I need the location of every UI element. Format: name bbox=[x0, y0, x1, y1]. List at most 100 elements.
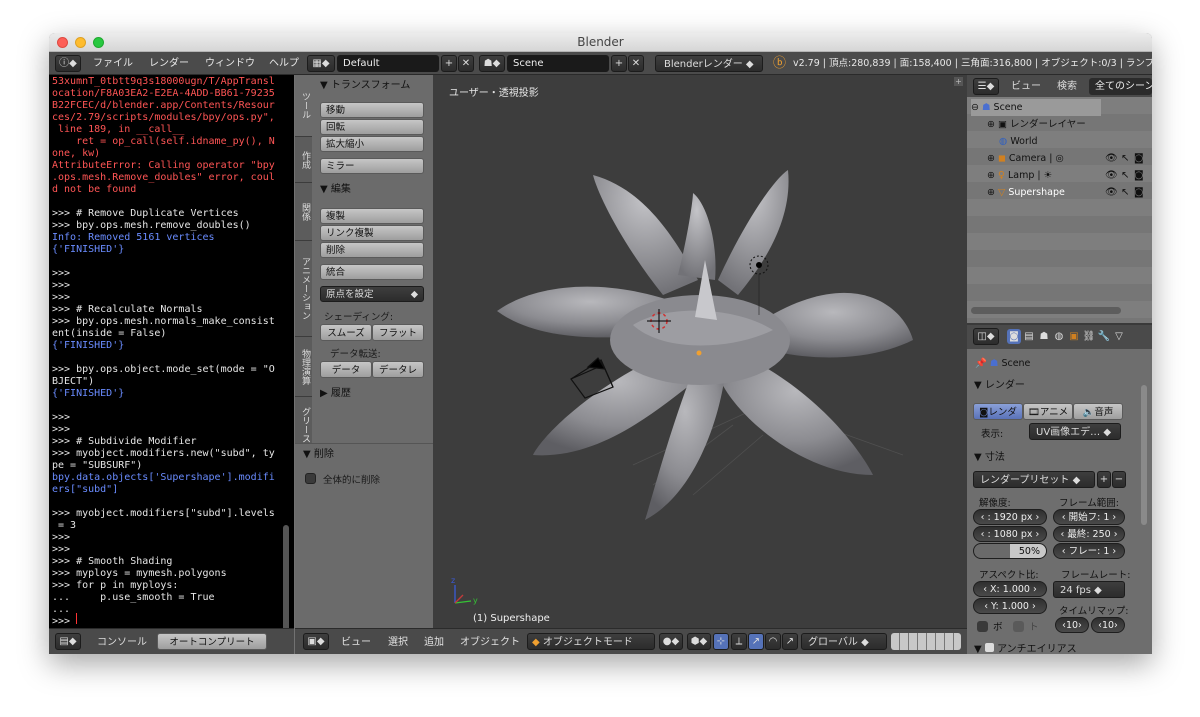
crop-checkbox[interactable] bbox=[1013, 621, 1024, 632]
outliner-menu-view[interactable]: ビュー bbox=[1011, 75, 1041, 98]
menu-help[interactable]: ヘルプ bbox=[269, 52, 299, 75]
add-scene-icon[interactable]: + bbox=[611, 55, 627, 72]
scene-icon[interactable]: ☗◆ bbox=[479, 55, 505, 72]
add-layout-icon[interactable]: + bbox=[441, 55, 457, 72]
delete-button[interactable]: 削除 bbox=[320, 242, 424, 258]
pivot-point-icon[interactable]: ⬢◆ bbox=[687, 633, 711, 650]
editor-type-outliner-icon[interactable]: ☰◆ bbox=[973, 78, 999, 95]
menu-window[interactable]: ウィンドウ bbox=[205, 52, 255, 75]
lamp-select-icon[interactable]: ↖ bbox=[1121, 167, 1129, 184]
editor-type-info-icon[interactable]: ⓘ◆ bbox=[55, 55, 81, 72]
delete-panel-header[interactable]: ▼ 削除 bbox=[295, 446, 416, 464]
properties-scrollbar[interactable] bbox=[1141, 385, 1147, 525]
shade-flat-button[interactable]: フラット bbox=[372, 324, 424, 341]
menu-view[interactable]: ビュー bbox=[341, 631, 371, 654]
camera-select-icon[interactable]: ↖ bbox=[1121, 150, 1129, 167]
resolution-y-field[interactable]: ‹ : 1080 px › bbox=[973, 526, 1047, 542]
editor-type-3d-icon[interactable]: ▣◆ bbox=[303, 633, 329, 650]
lamp-render-icon[interactable]: ◙ bbox=[1134, 167, 1144, 184]
mode-select[interactable]: ◆ オブジェクトモード bbox=[527, 633, 655, 650]
mirror-button[interactable]: ミラー bbox=[320, 158, 424, 174]
tab-create[interactable]: 作成 bbox=[295, 137, 312, 183]
render-panel-header[interactable]: ▼ レンダー bbox=[967, 377, 1137, 395]
frame-rate-select[interactable]: 24 fps ◆ bbox=[1053, 581, 1125, 598]
resolution-x-field[interactable]: ‹ : 1920 px › bbox=[973, 509, 1047, 525]
supershape-render-icon[interactable]: ◙ bbox=[1134, 184, 1144, 201]
render-preset-select[interactable]: レンダープリセット ◆ bbox=[973, 471, 1095, 488]
data-context-icon[interactable]: ▽ bbox=[1112, 329, 1126, 344]
menu-add[interactable]: 追加 bbox=[424, 631, 444, 654]
resolution-percentage-slider[interactable]: 50% bbox=[973, 543, 1047, 559]
render-context-icon[interactable]: ◙ bbox=[1007, 329, 1021, 344]
scene-field[interactable]: Scene bbox=[507, 55, 609, 72]
viewport-shading-icon[interactable]: ●◆ bbox=[659, 633, 683, 650]
console-scrollbar[interactable] bbox=[283, 525, 289, 628]
camera-visibility-icon[interactable]: 👁 bbox=[1105, 150, 1118, 167]
audio-button[interactable]: 🔈音声 bbox=[1073, 403, 1123, 420]
editor-type-properties-icon[interactable]: ◫◆ bbox=[973, 328, 999, 345]
supershape-visibility-icon[interactable]: 👁 bbox=[1105, 184, 1118, 201]
add-preset-icon[interactable]: + bbox=[1097, 471, 1111, 488]
outliner-item-world[interactable]: ◍ World bbox=[999, 133, 1152, 150]
outliner[interactable]: ☰◆ ビュー 検索 全てのシーン ⊖ ☗ Scene ⊕ ▣ レンダーレイヤー … bbox=[967, 75, 1152, 323]
link-duplicate-button[interactable]: リンク複製 bbox=[320, 225, 424, 241]
autocomplete-button[interactable]: オートコンプリート bbox=[157, 633, 267, 650]
orientation-select[interactable]: グローバル ◆ bbox=[801, 633, 887, 650]
camera-render-icon[interactable]: ◙ bbox=[1134, 150, 1144, 167]
antialias-checkbox[interactable] bbox=[984, 643, 994, 652]
scale-button[interactable]: 拡大縮小 bbox=[320, 136, 424, 152]
constraints-context-icon[interactable]: ⛓ bbox=[1082, 329, 1096, 344]
antialias-panel-header[interactable]: ▼ アンチエイリアス bbox=[967, 641, 1137, 654]
menu-object[interactable]: オブジェクト bbox=[460, 631, 520, 654]
tab-physics[interactable]: 物理演算 bbox=[295, 337, 312, 397]
render-engine-select[interactable]: Blenderレンダー ◆ bbox=[655, 55, 763, 72]
tab-animation[interactable]: アニメーション bbox=[295, 241, 312, 337]
object-context-icon[interactable]: ▣ bbox=[1067, 329, 1081, 344]
delete-globally-checkbox[interactable] bbox=[305, 473, 316, 484]
render-still-button[interactable]: ◙レンダ bbox=[973, 403, 1023, 420]
python-console[interactable]: 53xumnT_0tbtt9q3s18000ugn/T/AppTransl oca… bbox=[49, 75, 294, 628]
remove-layout-icon[interactable]: ✕ bbox=[458, 55, 474, 72]
screen-layout-icon[interactable]: ▦◆ bbox=[307, 55, 335, 72]
set-origin-select[interactable]: 原点を設定 ◆ bbox=[320, 286, 424, 302]
render-animation-button[interactable]: 🎞アニメ bbox=[1023, 403, 1073, 420]
time-remap-new-field[interactable]: ‹10› bbox=[1091, 617, 1125, 633]
menu-file[interactable]: ファイル bbox=[93, 52, 133, 75]
scene-context-icon[interactable]: ☗ bbox=[1037, 329, 1051, 344]
menu-select[interactable]: 選択 bbox=[388, 631, 408, 654]
editor-type-console-icon[interactable]: ▤◆ bbox=[55, 633, 81, 650]
rotate-button[interactable]: 回転 bbox=[320, 119, 424, 135]
outliner-scrollbar[interactable] bbox=[971, 307, 1121, 314]
pin-icon[interactable]: 📌 bbox=[975, 358, 987, 369]
remove-scene-icon[interactable]: ✕ bbox=[628, 55, 644, 72]
duplicate-button[interactable]: 複製 bbox=[320, 208, 424, 224]
aspect-y-field[interactable]: ‹ Y: 1.000 › bbox=[973, 598, 1047, 614]
translate-button[interactable]: 移動 bbox=[320, 102, 424, 118]
edit-panel-header[interactable]: ▼ 編集 bbox=[312, 181, 433, 199]
manipulator-icon[interactable]: ⊹ bbox=[713, 633, 729, 650]
viewport-3d[interactable]: ユーザー・透視投影 + z y (1) Supershape bbox=[433, 75, 967, 628]
tab-tools[interactable]: ツール bbox=[295, 75, 312, 137]
frame-end-field[interactable]: ‹ 最終: 250 › bbox=[1053, 526, 1125, 542]
layers-grid[interactable] bbox=[891, 633, 961, 650]
frame-start-field[interactable]: ‹ 開始フ: 1 › bbox=[1053, 509, 1125, 525]
data-transfer-button[interactable]: データ bbox=[320, 361, 372, 378]
outliner-item-scene[interactable]: ⊖ ☗ Scene bbox=[971, 99, 1101, 116]
transform-panel-header[interactable]: ▼ トランスフォーム bbox=[312, 77, 433, 95]
menu-render[interactable]: レンダー bbox=[149, 52, 189, 75]
manipulator-axis-icon[interactable]: ↗ bbox=[782, 633, 798, 650]
aspect-x-field[interactable]: ‹ X: 1.000 › bbox=[973, 581, 1047, 597]
time-remap-old-field[interactable]: ‹10› bbox=[1055, 617, 1089, 633]
rotate-manipulator-icon[interactable]: ↗ bbox=[748, 633, 764, 650]
history-panel-header[interactable]: ▶ 履歴 bbox=[312, 385, 433, 403]
display-mode-select[interactable]: 全てのシーン bbox=[1089, 78, 1152, 95]
lamp-visibility-icon[interactable]: 👁 bbox=[1105, 167, 1118, 184]
console-menu[interactable]: コンソール bbox=[97, 631, 147, 654]
data-layout-button[interactable]: データレ bbox=[372, 361, 424, 378]
translate-manipulator-icon[interactable]: ⟂ bbox=[731, 633, 747, 650]
outliner-menu-search[interactable]: 検索 bbox=[1057, 75, 1077, 98]
remove-preset-icon[interactable]: − bbox=[1112, 471, 1126, 488]
tab-relations[interactable]: 関係 bbox=[295, 183, 312, 241]
screen-layout-field[interactable]: Default bbox=[337, 55, 439, 72]
join-button[interactable]: 統合 bbox=[320, 264, 424, 280]
